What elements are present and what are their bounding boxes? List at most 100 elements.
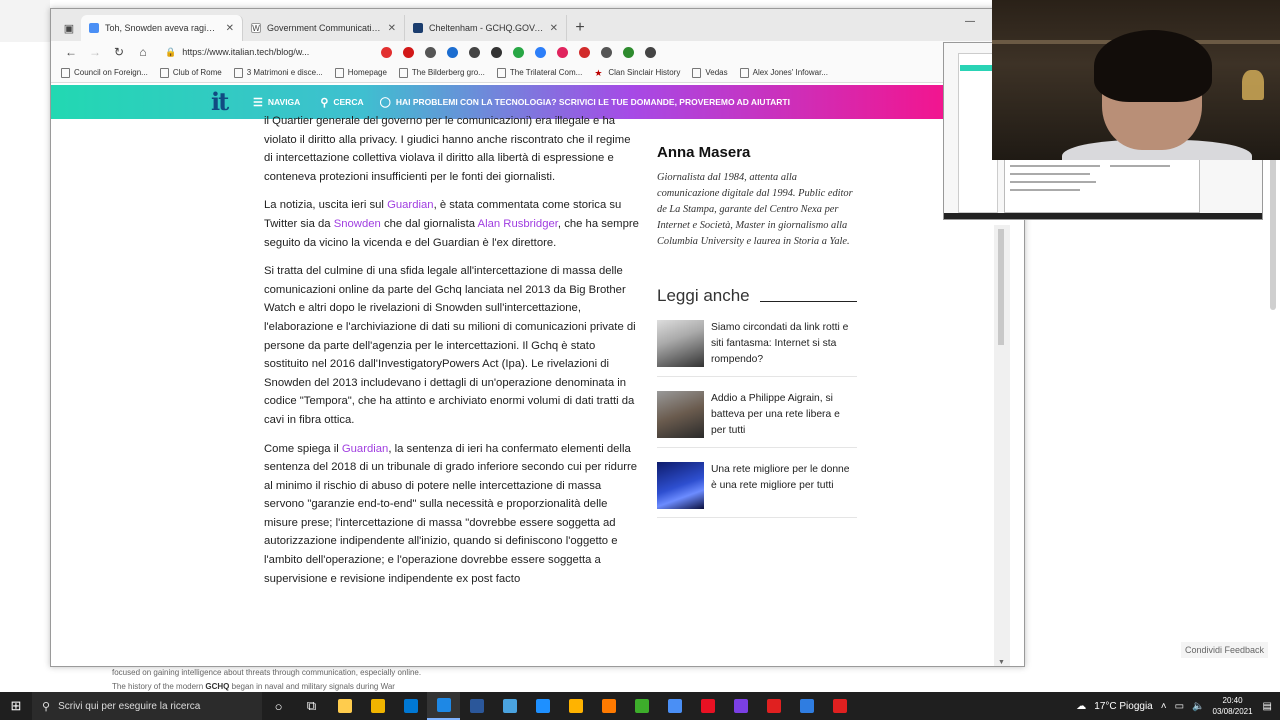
wikipedia-icon: W <box>251 23 261 33</box>
guardian-link[interactable]: Guardian <box>342 443 388 455</box>
taskbar-app-icon[interactable] <box>427 692 460 720</box>
rusbridger-link[interactable]: Alan Rusbridger <box>478 218 558 230</box>
scrollbar-thumb[interactable] <box>998 229 1004 345</box>
related-article[interactable]: Una rete migliore per le donne è una ret… <box>657 448 857 518</box>
taskbar-app-icon[interactable] <box>460 692 493 720</box>
forward-icon[interactable]: → <box>83 41 107 63</box>
extension-icon[interactable] <box>529 41 551 63</box>
taskbar-app-icon[interactable] <box>493 692 526 720</box>
webcam-lamp <box>1242 70 1264 100</box>
tab-gchq-wiki[interactable]: W Government Communications H ✕ <box>243 15 405 41</box>
bookmark-item[interactable]: Council on Foreign... <box>61 67 148 78</box>
related-thumbnail[interactable] <box>657 391 704 438</box>
close-tab-icon[interactable]: ✕ <box>388 23 396 34</box>
browser-window: ▣ Toh, Snowden aveva ragione - It ✕ W Go… <box>50 8 1025 667</box>
address-bar[interactable]: 🔒 https://www.italian.tech/blog/w... <box>165 43 375 61</box>
taskbar-app-icon[interactable] <box>724 692 757 720</box>
extension-icon[interactable] <box>485 41 507 63</box>
close-tab-icon[interactable]: ✕ <box>226 23 234 34</box>
bookmark-item[interactable]: Alex Jones' Infowar... <box>739 67 828 78</box>
bookmark-item[interactable]: The Bilderberg gro... <box>398 67 485 78</box>
extension-icon[interactable] <box>441 41 463 63</box>
extension-icon[interactable] <box>397 41 419 63</box>
feedback-button[interactable]: Condividi Feedback <box>1180 642 1268 658</box>
related-thumbnail[interactable] <box>657 320 704 367</box>
taskbar-app-icon[interactable] <box>823 692 856 720</box>
taskbar-app-icon[interactable] <box>328 692 361 720</box>
related-title[interactable]: Siamo circondati da link rotti e siti fa… <box>711 320 857 368</box>
extension-icon[interactable] <box>551 41 573 63</box>
extension-icon[interactable] <box>507 41 529 63</box>
taskbar-app-icon[interactable] <box>625 692 658 720</box>
naviga-menu[interactable]: ☰ NAVIGA <box>253 96 300 109</box>
extension-icon[interactable] <box>419 41 441 63</box>
related-title[interactable]: Addio a Philippe Aigrain, si batteva per… <box>711 391 857 439</box>
close-tab-icon[interactable]: ✕ <box>550 23 558 34</box>
bookmark-item[interactable]: ★ Clan Sinclair History <box>594 68 680 78</box>
volume-icon[interactable]: 🔈 <box>1192 701 1204 712</box>
related-title[interactable]: Una rete migliore per le donne è una ret… <box>711 462 857 509</box>
related-article[interactable]: Siamo circondati da link rotti e siti fa… <box>657 306 857 377</box>
cortana-icon[interactable]: ○ <box>262 692 295 720</box>
bookmark-item[interactable]: 3 Matrimoni e disce... <box>233 67 323 78</box>
tray-chevron-icon[interactable]: ˄ <box>1161 701 1167 712</box>
taskbar-app-icon[interactable] <box>790 692 823 720</box>
extension-icon[interactable] <box>463 41 485 63</box>
tab-snowden[interactable]: Toh, Snowden aveva ragione - It ✕ <box>81 15 243 41</box>
home-icon[interactable]: ⌂ <box>131 41 155 63</box>
back-icon[interactable]: ← <box>59 41 83 63</box>
extension-icon[interactable] <box>595 41 617 63</box>
article-body: il Quartier generale del governo per le … <box>264 115 639 598</box>
bookmark-label: Club of Rome <box>172 68 222 77</box>
cerca-button[interactable]: ⚲ CERCA <box>320 96 363 109</box>
scroll-down-icon[interactable]: ▼ <box>998 659 1005 666</box>
tab-favicon-icon <box>89 23 99 33</box>
taskbar-app-icon[interactable] <box>526 692 559 720</box>
bookmark-label: 3 Matrimoni e disce... <box>246 68 323 77</box>
network-icon[interactable]: ▭ <box>1175 701 1184 712</box>
search-icon: ⚲ <box>42 700 51 713</box>
extension-icon[interactable] <box>573 41 595 63</box>
taskbar-search[interactable]: ⚲ Scrivi qui per eseguire la ricerca <box>32 692 262 720</box>
taskbar-app-icon[interactable] <box>559 692 592 720</box>
taskbar-search-placeholder: Scrivi qui per eseguire la ricerca <box>58 700 201 712</box>
weather-icon[interactable]: ☁ <box>1076 701 1086 712</box>
refresh-icon[interactable]: ↻ <box>107 41 131 63</box>
tab-actions-icon[interactable]: ▣ <box>57 15 81 41</box>
taskbar-app-icon[interactable] <box>592 692 625 720</box>
tab-gchq-gov[interactable]: Cheltenham - GCHQ.GOV.UK ✕ <box>405 15 567 41</box>
extension-icon[interactable] <box>617 41 639 63</box>
weather-text[interactable]: 17°C Pioggia <box>1094 701 1152 712</box>
vertical-scrollbar[interactable]: ▼ <box>994 225 1010 666</box>
related-article[interactable]: Addio a Philippe Aigrain, si batteva per… <box>657 377 857 448</box>
bookmark-item[interactable]: Vedas <box>692 67 728 78</box>
new-tab-button[interactable]: + <box>567 15 593 41</box>
extension-icon[interactable] <box>375 41 397 63</box>
clock-date: 03/08/2021 <box>1212 707 1253 716</box>
article-paragraph: Si tratta del culmine di una sfida legal… <box>264 265 636 426</box>
snowden-link[interactable]: Snowden <box>334 218 381 230</box>
whatsapp-promo-link[interactable]: ◯ HAI PROBLEMI CON LA TECNOLOGIA? SCRIVI… <box>380 97 790 108</box>
related-thumbnail[interactable] <box>657 462 704 509</box>
windows-start-icon[interactable]: ⊞ <box>0 692 32 720</box>
clock[interactable]: 20:40 03/08/2021 <box>1213 695 1253 717</box>
taskbar-app-icon[interactable] <box>394 692 427 720</box>
taskbar-app-icon[interactable] <box>658 692 691 720</box>
bookmark-item[interactable]: The Trilateral Com... <box>496 67 582 78</box>
search-icon: ⚲ <box>320 96 329 109</box>
extension-icon[interactable] <box>639 41 661 63</box>
notifications-icon[interactable]: ▤ <box>1263 701 1272 712</box>
article-paragraph: il Quartier generale del governo per le … <box>264 115 631 183</box>
guardian-link[interactable]: Guardian <box>387 199 433 211</box>
taskbar-app-icon[interactable] <box>691 692 724 720</box>
site-logo[interactable]: it <box>211 89 233 115</box>
task-view-icon[interactable]: ⧉ <box>295 692 328 720</box>
bookmark-item[interactable]: Club of Rome <box>159 67 222 78</box>
thumbnail-line <box>1010 173 1090 175</box>
taskbar-app-icon[interactable] <box>757 692 790 720</box>
bookmark-item[interactable]: Homepage <box>334 67 387 78</box>
taskbar-app-icon[interactable] <box>361 692 394 720</box>
minimize-icon[interactable]: — <box>952 9 988 33</box>
page-icon <box>398 67 408 78</box>
author-name[interactable]: Anna Masera <box>657 144 857 161</box>
